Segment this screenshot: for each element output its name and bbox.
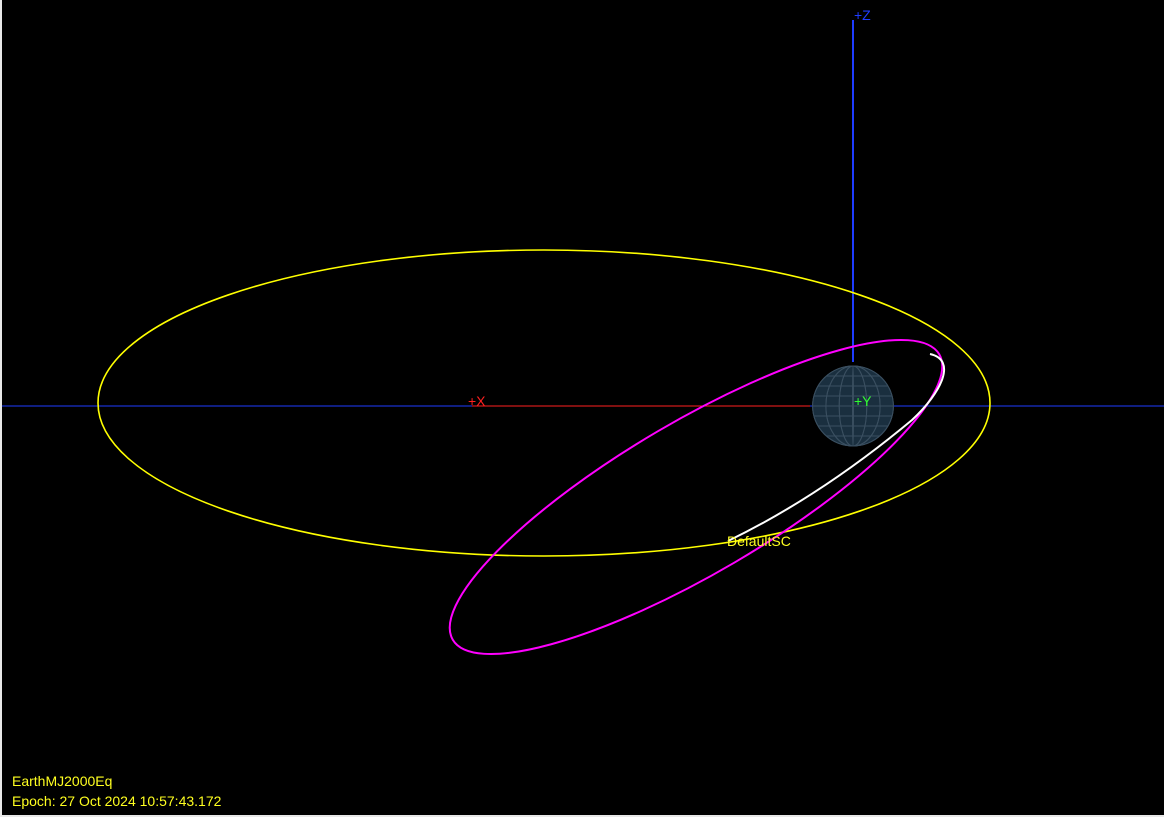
spacecraft-label[interactable]: DefaultSC <box>727 533 791 549</box>
info-overlay: EarthMJ2000Eq Epoch: 27 Oct 2024 10:57:4… <box>12 771 221 811</box>
orbit-scene[interactable]: +X +Y +Z DefaultSC <box>2 0 1164 817</box>
spacecraft-orbit-ellipse <box>448 338 944 656</box>
earth-globe[interactable] <box>812 365 894 447</box>
epoch-label: Epoch: 27 Oct 2024 10:57:43.172 <box>12 793 222 809</box>
y-axis-label: +Y <box>854 393 872 409</box>
coordinate-system-label: EarthMJ2000Eq <box>12 773 113 789</box>
x-axis-label: +X <box>468 393 486 409</box>
z-axis-label: +Z <box>854 7 871 23</box>
earth-grid <box>812 365 894 447</box>
orbit-view-canvas[interactable]: +X +Y +Z DefaultSC EarthMJ2000Eq Epoch: … <box>0 0 1164 817</box>
